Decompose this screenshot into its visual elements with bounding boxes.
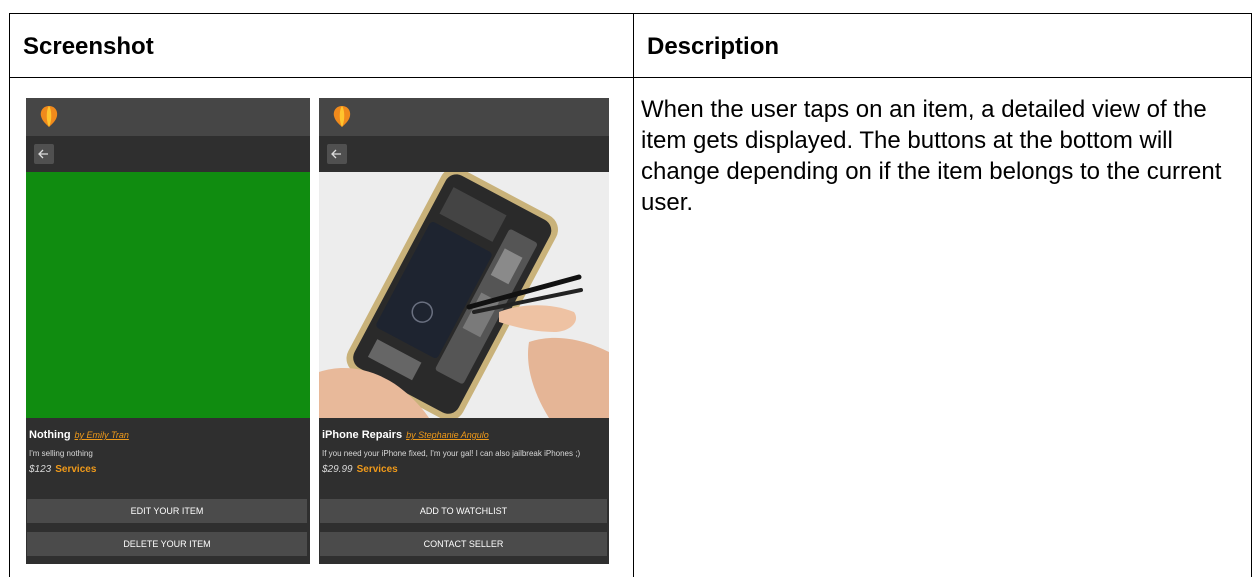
item-price: $123 bbox=[29, 464, 52, 475]
item-price: $29.99 bbox=[322, 464, 353, 475]
item-title: iPhone Repairs bbox=[322, 429, 403, 441]
arrow-left-icon bbox=[38, 149, 48, 159]
nav-bar bbox=[26, 136, 310, 172]
header-description: Description bbox=[647, 33, 780, 60]
balloon-logo-icon bbox=[40, 106, 58, 127]
seller-link[interactable]: by Emily Tran bbox=[75, 430, 129, 440]
phone-screenshot-own-item: Nothing by Emily Tran I'm selling nothing… bbox=[26, 98, 310, 564]
arrow-left-icon bbox=[331, 149, 341, 159]
edit-item-button[interactable]: EDIT YOUR ITEM bbox=[27, 499, 307, 523]
item-category: Services bbox=[356, 464, 398, 475]
add-to-watchlist-button[interactable]: ADD TO WATCHLIST bbox=[320, 499, 607, 523]
back-button[interactable] bbox=[327, 144, 347, 164]
item-description: I'm selling nothing bbox=[29, 449, 93, 458]
table-header-divider bbox=[9, 77, 1252, 78]
table-border-left bbox=[9, 13, 10, 577]
contact-seller-button[interactable]: CONTACT SELLER bbox=[320, 532, 607, 556]
header-screenshot: Screenshot bbox=[23, 33, 154, 60]
app-bar bbox=[26, 98, 310, 136]
seller-link[interactable]: by Stephanie Angulo bbox=[406, 430, 489, 440]
app-bar bbox=[319, 98, 609, 136]
item-image bbox=[26, 172, 310, 418]
item-title-row: iPhone Repairs by Stephanie Angulo bbox=[322, 429, 489, 441]
back-button[interactable] bbox=[34, 144, 54, 164]
price-row: $123 Services bbox=[29, 464, 96, 475]
description-text: When the user taps on an item, a detaile… bbox=[641, 96, 1222, 216]
balloon-logo-icon bbox=[333, 106, 351, 127]
iphone-repair-photo bbox=[319, 167, 609, 421]
price-row: $29.99 Services bbox=[322, 464, 398, 475]
table-column-divider bbox=[633, 13, 634, 577]
item-category: Services bbox=[55, 464, 97, 475]
phone-screenshot-other-item: iPhone Repairs by Stephanie Angulo If you… bbox=[319, 98, 609, 564]
item-title: Nothing bbox=[29, 429, 71, 441]
table-border-top bbox=[9, 13, 1252, 14]
table-border-right bbox=[1251, 13, 1252, 577]
delete-item-button[interactable]: DELETE YOUR ITEM bbox=[27, 532, 307, 556]
item-title-row: Nothing by Emily Tran bbox=[29, 429, 129, 441]
nav-bar bbox=[319, 136, 609, 172]
item-image bbox=[319, 167, 609, 421]
item-description: If you need your iPhone fixed, I'm your … bbox=[322, 449, 581, 458]
